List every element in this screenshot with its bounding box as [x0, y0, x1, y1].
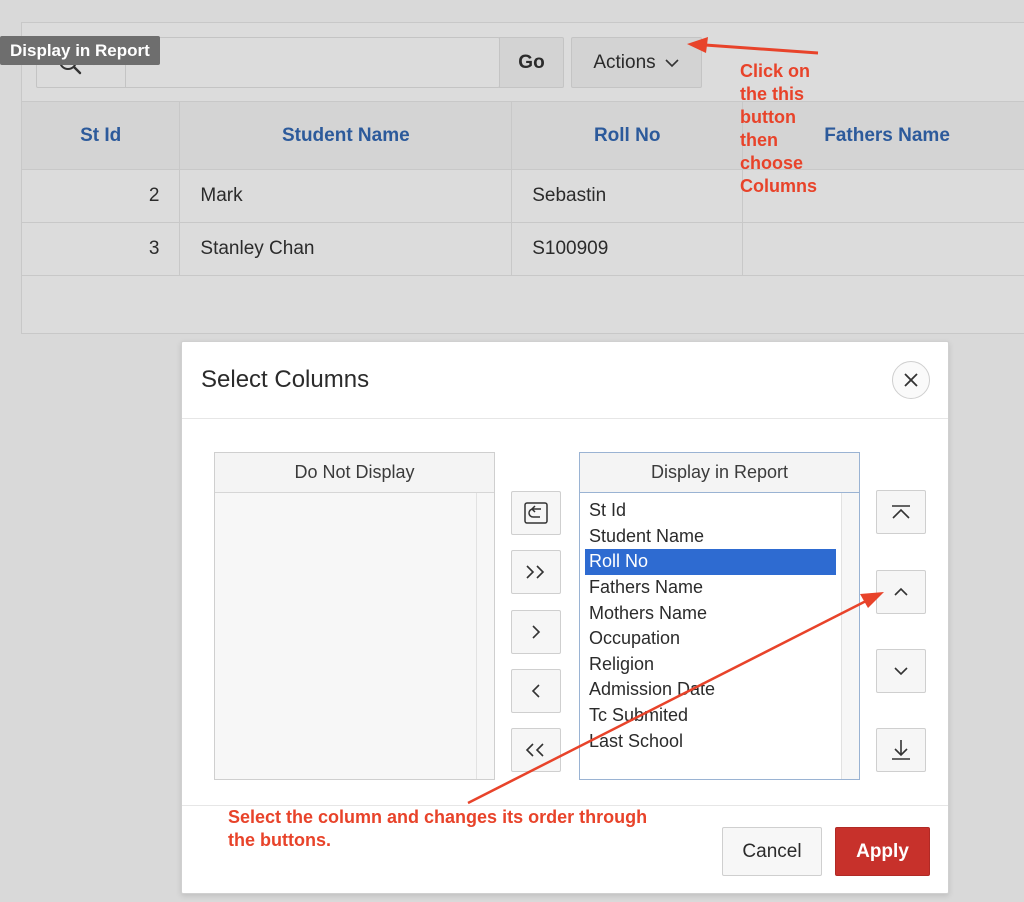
annotation-line: the buttons. [228, 830, 331, 850]
move-top-icon [892, 505, 910, 519]
move-left-icon [531, 684, 540, 698]
do-not-display-panel: Do Not Display [214, 452, 495, 780]
list-item[interactable]: Fathers Name [585, 575, 836, 601]
list-item-selected[interactable]: Roll No [585, 549, 836, 575]
table-cell [742, 222, 1024, 276]
scrollbar[interactable] [841, 493, 859, 779]
table-cell: 3 [22, 222, 181, 276]
table-cell: 2 [22, 169, 181, 223]
go-button[interactable]: Go [499, 37, 564, 88]
list-item[interactable]: Mothers Name [585, 600, 836, 626]
annotation-click-actions: Click on the this button then choose Col… [740, 60, 840, 198]
annotation-line: Click on [740, 61, 811, 81]
column-header-student-name[interactable]: Student Name [179, 101, 513, 170]
move-bottom-button[interactable] [876, 728, 926, 772]
move-all-left-icon [525, 743, 544, 757]
annotation-line: the this [740, 84, 805, 104]
table-cell: Mark [179, 169, 513, 223]
annotation-line: Select the column and changes its order … [228, 807, 648, 827]
actions-button[interactable]: Actions [571, 37, 702, 88]
column-header-st-id[interactable]: St Id [22, 101, 181, 170]
tooltip: Display in Report [0, 36, 160, 65]
chevron-down-icon [665, 58, 679, 67]
report-toolbar: Go Actions [36, 37, 1024, 89]
table-cell: S100909 [511, 222, 744, 276]
list-item[interactable]: Religion [585, 652, 836, 678]
table-cell: Sebastin [511, 169, 744, 223]
list-item[interactable]: Tc Submited [585, 703, 836, 729]
list-item[interactable]: St Id [585, 498, 836, 524]
apply-button[interactable]: Apply [835, 827, 930, 876]
dialog-header: Select Columns [182, 342, 948, 419]
move-up-button[interactable] [876, 570, 926, 614]
interactive-report-region: Go Actions St Id Student Name Roll No Fa… [21, 22, 1024, 334]
annotation-line: then [740, 130, 778, 150]
reset-button[interactable] [511, 491, 561, 535]
display-in-report-list[interactable]: St Id Student Name Roll No Fathers Name … [580, 493, 859, 779]
display-in-report-panel: Display in Report St Id Student Name Rol… [579, 452, 860, 780]
annotation-line: button [740, 107, 796, 127]
list-item[interactable]: Occupation [585, 626, 836, 652]
list-item[interactable]: Student Name [585, 524, 836, 550]
move-all-right-icon [526, 565, 545, 579]
column-header-roll-no[interactable]: Roll No [511, 101, 744, 170]
annotation-line: Columns [740, 176, 818, 196]
move-down-icon [894, 667, 908, 676]
close-button[interactable] [892, 361, 930, 399]
move-right-button[interactable] [511, 610, 561, 654]
list-item[interactable]: Admission Date [585, 677, 836, 703]
scrollbar[interactable] [476, 493, 494, 779]
table-row: 3 Stanley Chan S100909 [22, 222, 1024, 276]
move-down-button[interactable] [876, 649, 926, 693]
list-item[interactable]: Last School [585, 728, 836, 754]
do-not-display-list[interactable] [215, 493, 494, 779]
do-not-display-title: Do Not Display [215, 453, 494, 493]
move-top-button[interactable] [876, 490, 926, 534]
move-all-right-button[interactable] [511, 550, 561, 594]
move-bottom-icon [892, 740, 910, 760]
report-table: St Id Student Name Roll No Fathers Name … [22, 101, 1024, 276]
move-up-icon [894, 587, 908, 596]
table-row: 2 Mark Sebastin [22, 169, 1024, 223]
cancel-button[interactable]: Cancel [722, 827, 822, 876]
move-left-button[interactable] [511, 669, 561, 713]
annotation-line: choose [740, 153, 804, 173]
move-all-left-button[interactable] [511, 728, 561, 772]
table-cell: Stanley Chan [179, 222, 513, 276]
actions-label: Actions [593, 51, 656, 73]
annotation-reorder: Select the column and changes its order … [228, 806, 698, 852]
move-right-icon [532, 625, 541, 639]
close-icon [904, 373, 918, 387]
dialog-title: Select Columns [201, 366, 370, 393]
reset-icon [524, 502, 548, 524]
display-in-report-title: Display in Report [580, 453, 859, 493]
